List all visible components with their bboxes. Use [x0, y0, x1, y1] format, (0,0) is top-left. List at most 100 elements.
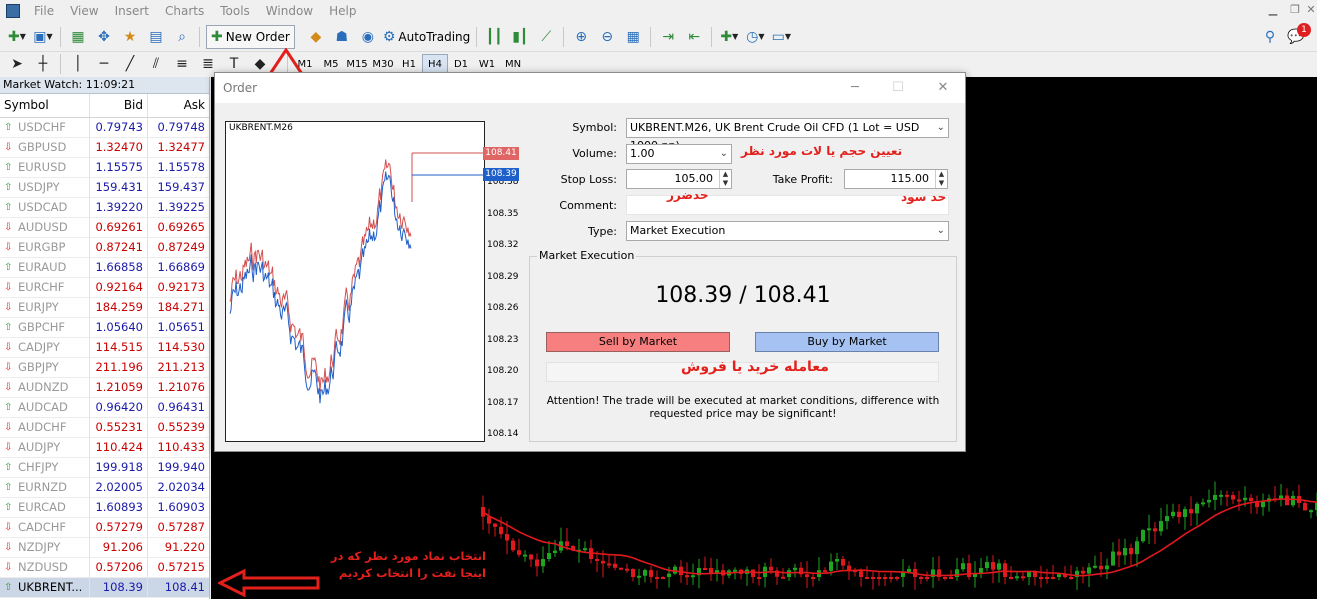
candle-body [1129, 548, 1133, 555]
candle-body [1003, 563, 1007, 577]
timeframe-m5[interactable]: M5 [318, 54, 344, 74]
market-watch-row[interactable]: ⇩ GBPUSD 1.32470 1.32477 [0, 138, 209, 158]
templates-button[interactable]: ▭ ▼ [770, 26, 792, 48]
take-profit-input[interactable]: 115.00 ▲ ▼ [844, 169, 948, 189]
market-watch-row[interactable]: ⇧ EURCAD 1.60893 1.60903 [0, 498, 209, 518]
market-watch-row[interactable]: ⇧ USDCAD 1.39220 1.39225 [0, 198, 209, 218]
new-chart-button[interactable]: ✚ ▼ [6, 26, 28, 48]
trendline-button[interactable]: ╱ [119, 53, 141, 75]
signals-button[interactable]: ◉ [357, 26, 379, 48]
market-watch-row[interactable]: ⇧ USDCHF 0.79743 0.79748 [0, 118, 209, 138]
candle-body [655, 576, 659, 579]
market-watch-row[interactable]: ⇩ AUDJPY 110.424 110.433 [0, 438, 209, 458]
zoom-in-button[interactable]: ⊕ [570, 26, 592, 48]
menu-window[interactable]: Window [258, 0, 321, 22]
stop-loss-input[interactable]: 105.00 ▲ ▼ [626, 169, 732, 189]
market-watch-row[interactable]: ⇩ CADCHF 0.57279 0.57287 [0, 518, 209, 538]
market-watch-button[interactable]: ▦ [67, 26, 89, 48]
terminal-button[interactable]: ▤ [145, 26, 167, 48]
autotrading-button[interactable]: ⚙ AutoTrading [383, 26, 470, 48]
dialog-close-icon[interactable]: ✕ [935, 80, 951, 96]
chart-shift-icon: ⇤ [688, 28, 701, 45]
market-watch-row[interactable]: ⇩ AUDUSD 0.69261 0.69265 [0, 218, 209, 238]
market-watch-row[interactable]: ⇧ USDJPY 159.431 159.437 [0, 178, 209, 198]
column-header-symbol[interactable]: Symbol [0, 94, 90, 117]
market-watch-row[interactable]: ⇧ EURNZD 2.02005 2.02034 [0, 478, 209, 498]
indicators-button[interactable]: ✚ ▼ [718, 26, 740, 48]
restore-icon[interactable]: ❐ [1288, 3, 1302, 17]
menu-insert[interactable]: Insert [107, 0, 157, 22]
market-watch-row[interactable]: ⇧ AUDCAD 0.96420 0.96431 [0, 398, 209, 418]
bar-chart-button[interactable]: ┃┃ [483, 26, 505, 48]
market-watch-row[interactable]: ⇧ EURUSD 1.15575 1.15578 [0, 158, 209, 178]
metaeditor-button[interactable]: ◆ [305, 26, 327, 48]
search-button[interactable]: ⚲ [1259, 26, 1281, 48]
dialog-minimize-icon[interactable]: ─ [847, 80, 863, 96]
market-watch-row[interactable]: ⇩ EURCHF 0.92164 0.92173 [0, 278, 209, 298]
minimize-icon[interactable]: ▁ [1266, 3, 1280, 17]
timeframe-d1[interactable]: D1 [448, 54, 474, 74]
crosshair-button[interactable]: ┼ [32, 53, 54, 75]
candle-chart-button[interactable]: ▮┃ [509, 26, 531, 48]
notifications-button[interactable]: 💬 1 [1285, 22, 1311, 48]
market-watch-row[interactable]: ⇧ EURAUD 1.66858 1.66869 [0, 258, 209, 278]
market-watch-row[interactable]: ⇩ NZDJPY 91.206 91.220 [0, 538, 209, 558]
timeframe-h1[interactable]: H1 [396, 54, 422, 74]
periods-button[interactable]: ◷ ▼ [744, 26, 766, 48]
profiles-button[interactable]: ▣ ▼ [32, 26, 54, 48]
toolbar-separator [563, 26, 565, 47]
symbol-name: NZDUSD [18, 560, 68, 574]
timeframe-m30[interactable]: M30 [370, 54, 396, 74]
market-watch-row[interactable]: ⇩ NZDUSD 0.57206 0.57215 [0, 558, 209, 578]
volume-input[interactable]: 1.00 ⌄ [626, 144, 732, 164]
timeframe-m15[interactable]: M15 [344, 54, 370, 74]
tile-windows-button[interactable]: ▦ [622, 26, 644, 48]
timeframe-mn[interactable]: MN [500, 54, 526, 74]
symbol-select[interactable]: UKBRENT.M26, UK Brent Crude Oil CFD (1 L… [626, 118, 949, 152]
close-icon[interactable]: ✕ [1304, 3, 1317, 17]
navigator-button[interactable]: ★ [119, 26, 141, 48]
market-watch-symbol-cell: ⇧ EURUSD [0, 158, 90, 177]
bid-price-cell: 211.196 [90, 358, 148, 377]
market-watch-row[interactable]: ⇩ GBPJPY 211.196 211.213 [0, 358, 209, 378]
column-header-bid[interactable]: Bid [90, 94, 148, 117]
menu-tools[interactable]: Tools [212, 0, 258, 22]
bid-price-cell: 91.206 [90, 538, 148, 557]
equidistant-channel-button[interactable]: ⫽ [145, 53, 167, 75]
zoom-out-button[interactable]: ⊖ [596, 26, 618, 48]
menu-view[interactable]: View [62, 0, 106, 22]
take-profit-spinner[interactable]: ▲ ▼ [935, 170, 947, 188]
market-watch-row[interactable]: ⇧ GBPCHF 1.05640 1.05651 [0, 318, 209, 338]
sell-by-market-button[interactable]: Sell by Market [546, 332, 730, 352]
order-type-select[interactable]: Market Execution ⌄ [626, 221, 949, 241]
candle-body [1111, 551, 1115, 566]
market-watch-row[interactable]: ⇩ EURJPY 184.259 184.271 [0, 298, 209, 318]
menu-help[interactable]: Help [321, 0, 364, 22]
menu-file[interactable]: File [26, 0, 62, 22]
horizontal-line-button[interactable]: ─ [93, 53, 115, 75]
column-header-ask[interactable]: Ask [148, 94, 209, 117]
mql5-community-button[interactable]: ☗ [331, 26, 353, 48]
cursor-button[interactable]: ➤ [6, 53, 28, 75]
market-watch-row[interactable]: ⇩ EURGBP 0.87241 0.87249 [0, 238, 209, 258]
vertical-line-button[interactable]: │ [67, 53, 89, 75]
buy-by-market-button[interactable]: Buy by Market [755, 332, 939, 352]
data-window-button[interactable]: ✥ [93, 26, 115, 48]
strategy-tester-button[interactable]: ⌕ [171, 26, 193, 48]
market-watch-row[interactable]: ⇧ CHFJPY 199.918 199.940 [0, 458, 209, 478]
menu-charts[interactable]: Charts [157, 0, 212, 22]
bid-price-cell: 1.15575 [90, 158, 148, 177]
chart-shift-button[interactable]: ⇤ [683, 26, 705, 48]
timeframe-w1[interactable]: W1 [474, 54, 500, 74]
elliott-button[interactable]: ≡ [171, 53, 193, 75]
market-watch-row[interactable]: ⇩ AUDCHF 0.55231 0.55239 [0, 418, 209, 438]
market-watch-row[interactable]: ⇧ UKBRENT... 108.39 108.41 [0, 578, 209, 598]
market-watch-row[interactable]: ⇩ AUDNZD 1.21059 1.21076 [0, 378, 209, 398]
line-chart-button[interactable]: ⟋ [535, 26, 557, 48]
timeframe-h4[interactable]: H4 [422, 54, 448, 74]
candle-body [1171, 511, 1175, 517]
stop-loss-spinner[interactable]: ▲ ▼ [719, 170, 731, 188]
auto-scroll-button[interactable]: ⇥ [657, 26, 679, 48]
market-watch-row[interactable]: ⇩ CADJPY 114.515 114.530 [0, 338, 209, 358]
new-order-button[interactable]: ✚ New Order [206, 24, 295, 49]
